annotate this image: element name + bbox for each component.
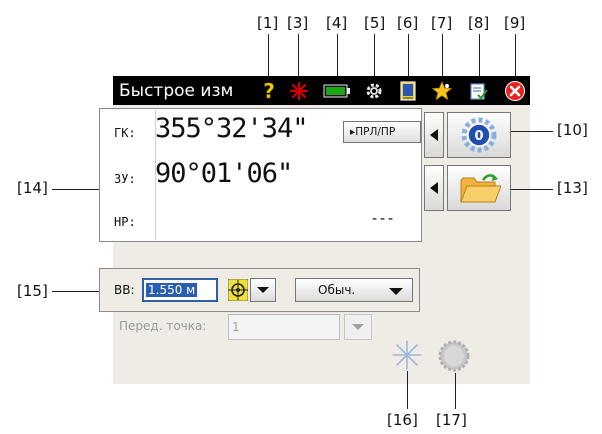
callout-14: [14] [17, 179, 48, 197]
callout-5: [5] [364, 14, 386, 32]
callout-6: [6] [397, 14, 419, 32]
chevron-left-icon [430, 182, 438, 194]
open-job-button[interactable] [447, 165, 511, 211]
callout-13: [13] [557, 179, 588, 197]
zero-hz-menu-button[interactable] [424, 112, 444, 158]
tracking-gear-icon[interactable] [437, 339, 471, 373]
callout-17: [17] [436, 411, 467, 429]
callout-16: [16] [387, 411, 418, 429]
chevron-down-icon [389, 288, 403, 295]
open-job-menu-button[interactable] [424, 165, 444, 211]
laser-icon[interactable] [286, 76, 312, 105]
measure-mode-select[interactable]: Обыч. [295, 278, 413, 302]
battery-icon[interactable] [322, 76, 352, 105]
sd-value: --- [370, 209, 395, 227]
callout-7: [7] [431, 14, 453, 32]
measure-mode-value: Обыч. [318, 283, 356, 297]
sd-label: НР: [114, 215, 136, 229]
prism-target-icon[interactable] [227, 278, 249, 302]
svg-text:?: ? [263, 80, 275, 102]
zero-hz-icon: 0 [461, 117, 497, 153]
callout-10: [10] [557, 121, 588, 139]
zero-hz-button[interactable]: 0 [447, 112, 511, 158]
target-height-group: ВВ: 1.550 м Обыч. [99, 268, 420, 312]
folder-open-icon [460, 174, 501, 203]
close-icon[interactable] [502, 76, 528, 105]
job-file-icon[interactable] [395, 76, 421, 105]
target-height-label: ВВ: [114, 283, 135, 297]
callout-4: [4] [326, 14, 348, 32]
callout-15: [15] [17, 282, 48, 300]
settings-icon[interactable] [361, 76, 387, 105]
backsight-input[interactable]: 1 [228, 314, 340, 340]
face-change-button[interactable]: ▸ПРЛ/ПР [343, 121, 421, 143]
measurement-display: ГК: 355°32'34" ▸ПРЛ/ПР ЗУ: 90°01'06" НР:… [99, 108, 422, 242]
chevron-left-icon [430, 129, 438, 141]
callout-8: [8] [468, 14, 490, 32]
chevron-down-icon [352, 324, 364, 330]
v-value: 90°01'06" [155, 158, 293, 189]
target-type-dropdown[interactable] [250, 278, 276, 302]
help-icon[interactable]: ? [256, 76, 282, 105]
callout-3: [3] [287, 14, 309, 32]
hz-label: ГК: [114, 126, 136, 140]
backsight-label: Перед. точка: [119, 319, 207, 333]
hz-value: 355°32'34" [155, 113, 309, 144]
task-list-icon[interactable] [466, 76, 492, 105]
callout-9: [9] [504, 14, 526, 32]
target-height-input[interactable]: 1.550 м [142, 278, 218, 302]
laser-pointer-icon[interactable] [391, 339, 423, 371]
chevron-down-icon [257, 287, 269, 293]
favorites-star-icon[interactable] [429, 76, 455, 105]
window-title: Быстрое изм [119, 80, 234, 101]
v-label: ЗУ: [114, 172, 136, 186]
target-height-value: 1.550 м [146, 283, 198, 297]
backsight-dropdown[interactable] [344, 314, 372, 340]
svg-text:0: 0 [474, 129, 483, 144]
callout-1: [1] [257, 14, 279, 32]
